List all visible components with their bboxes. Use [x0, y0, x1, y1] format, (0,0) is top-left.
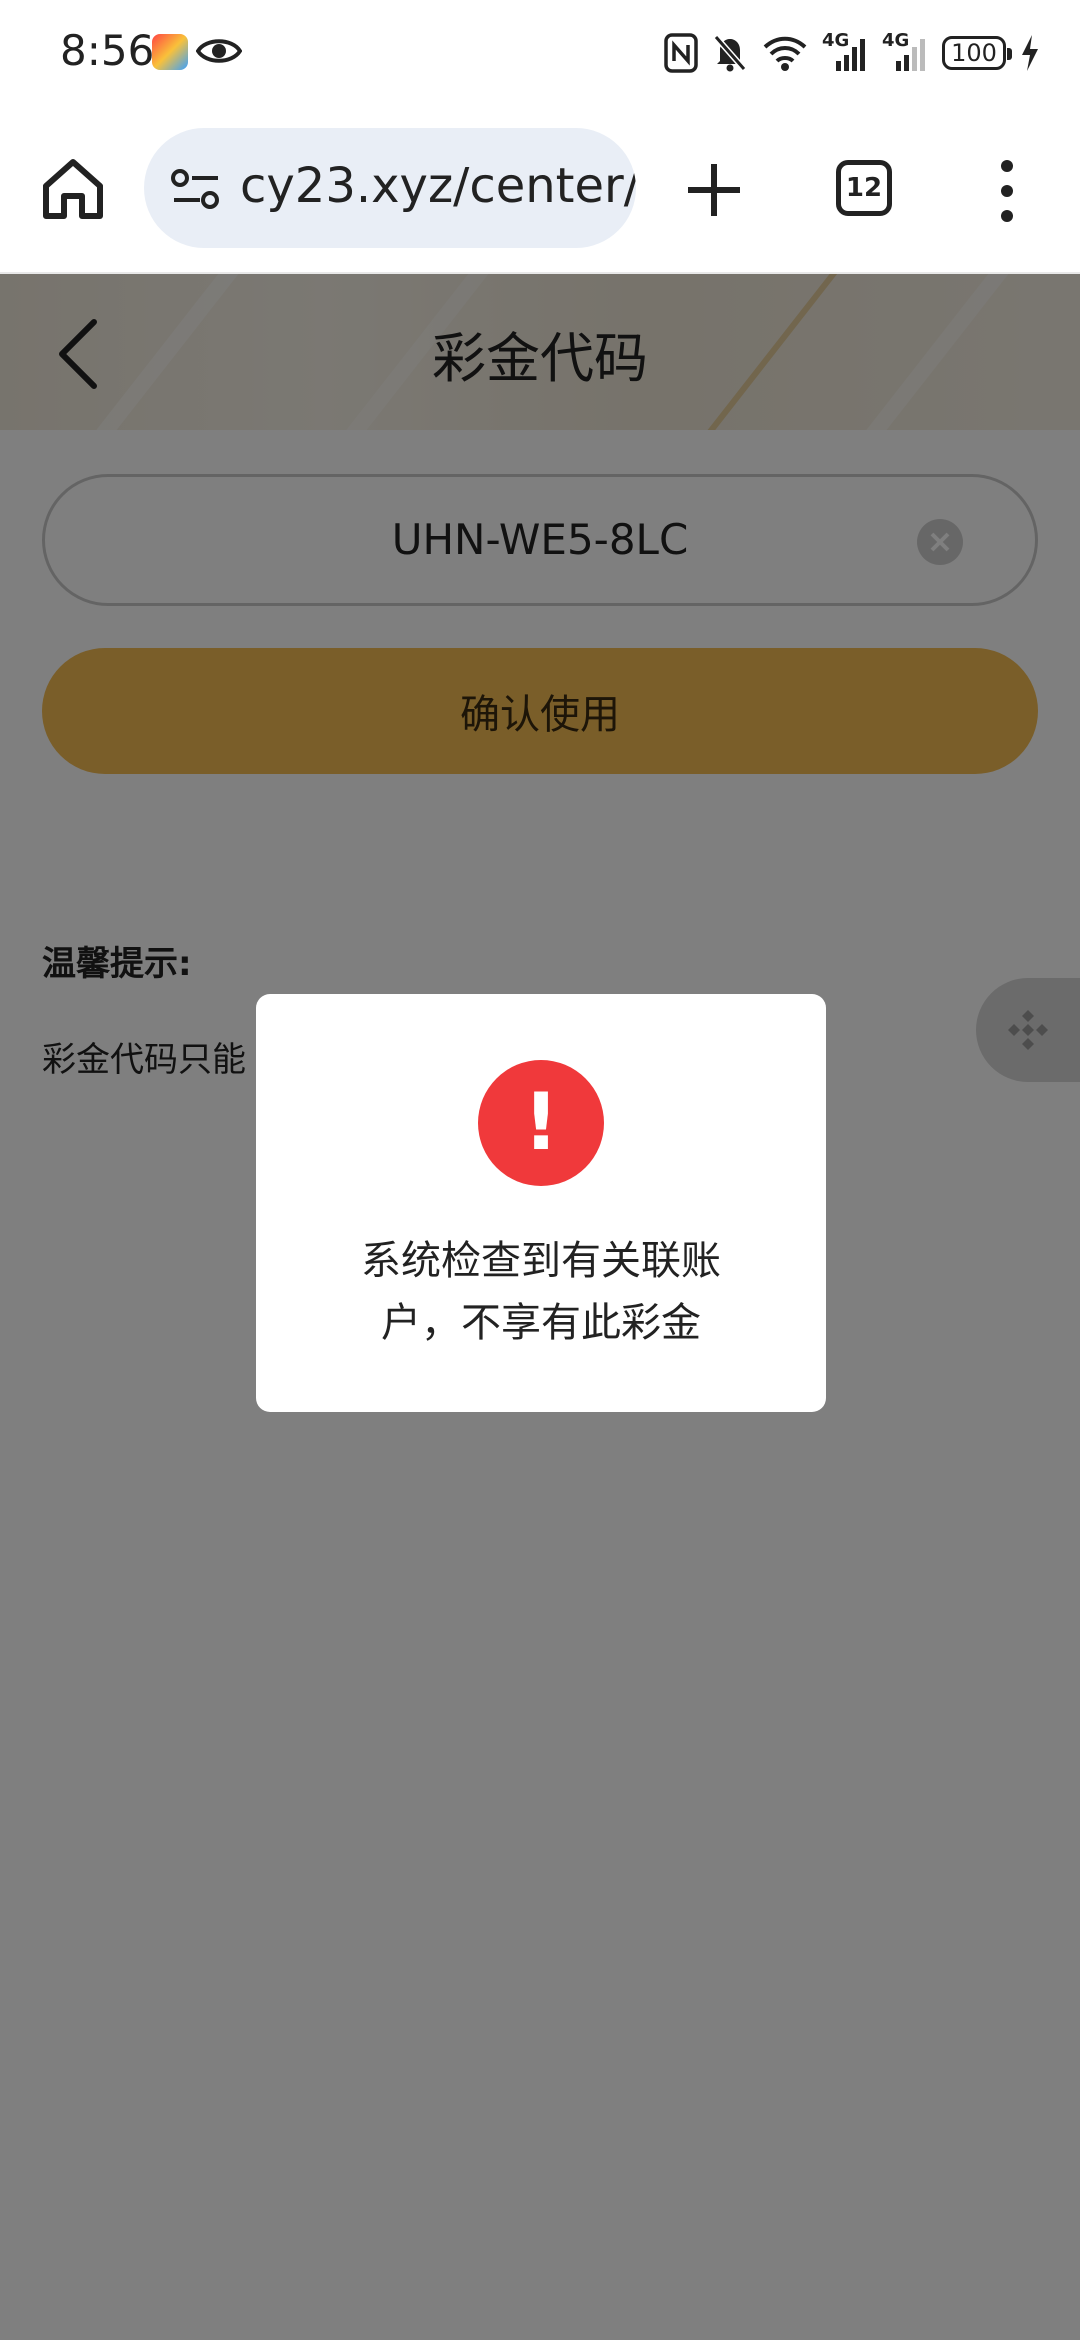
app-notification-icon — [152, 34, 188, 70]
exclamation-icon: ! — [478, 1060, 604, 1186]
plus-icon[interactable] — [682, 158, 746, 222]
url-bar[interactable]: cy23.xyz/center/a — [144, 128, 636, 248]
signal-icon: 4G — [822, 32, 868, 73]
charging-icon — [1022, 35, 1038, 71]
eye-icon — [196, 39, 242, 63]
nfc-icon — [664, 33, 698, 73]
status-bar: 8:56 4G 4G 100 — [0, 0, 1080, 110]
signal-icon: 4G — [882, 32, 928, 73]
browser-toolbar: cy23.xyz/center/a 12 — [0, 110, 1080, 274]
dialog-message-line-1: 系统检查到有关联账 — [361, 1238, 721, 1284]
more-vert-icon[interactable] — [992, 156, 1022, 226]
site-settings-icon[interactable] — [170, 166, 222, 212]
url-text[interactable]: cy23.xyz/center/a — [240, 158, 636, 214]
dialog-message: 系统检查到有关联账 户，不享有此彩金 — [316, 1230, 766, 1354]
tabs-icon[interactable]: 12 — [836, 160, 892, 216]
mute-icon — [713, 35, 747, 72]
status-time: 8:56 — [60, 26, 155, 75]
battery-icon: 100 — [942, 36, 1012, 70]
alert-glyph: ! — [523, 1078, 559, 1168]
home-icon[interactable] — [38, 154, 108, 224]
battery-level: 100 — [951, 39, 997, 67]
alert-dialog: ! 系统检查到有关联账 户，不享有此彩金 — [256, 994, 826, 1412]
tab-count: 12 — [845, 173, 883, 203]
dialog-message-line-2: 户，不享有此彩金 — [381, 1300, 701, 1346]
wifi-icon — [763, 36, 807, 71]
